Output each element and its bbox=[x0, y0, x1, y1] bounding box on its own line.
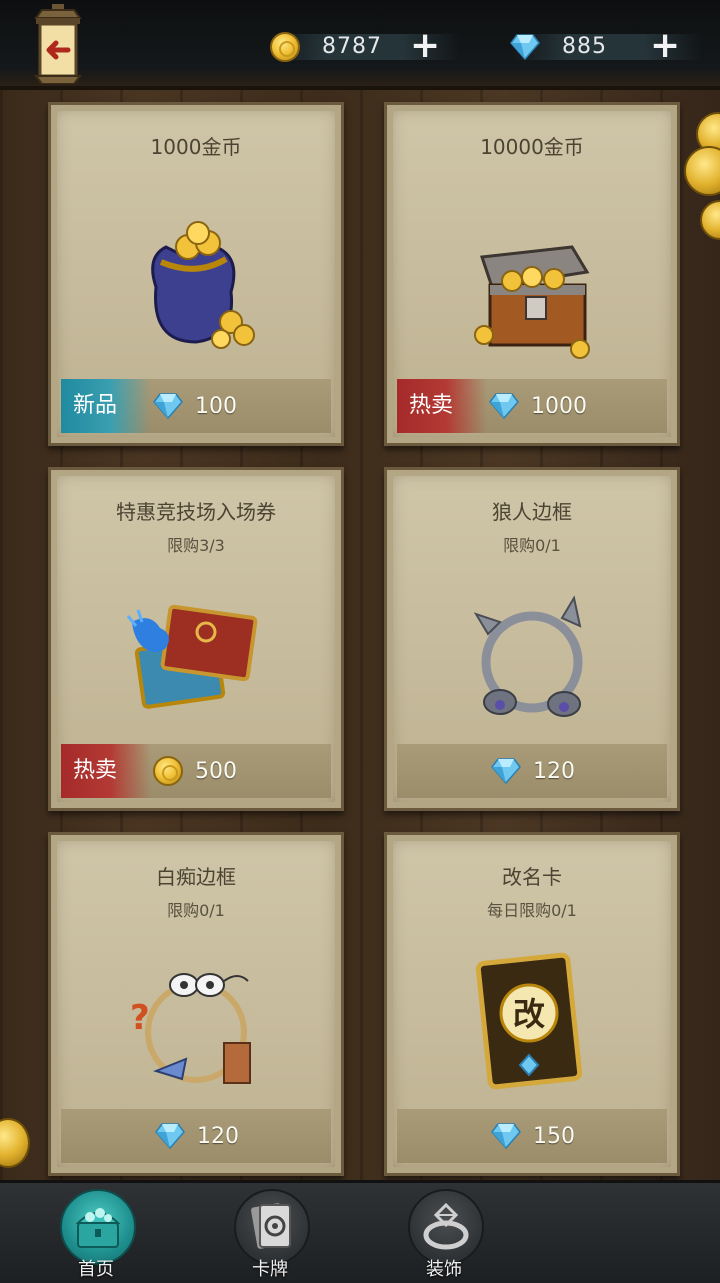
hot-tag: 热卖 bbox=[61, 744, 151, 798]
rename-card-glyph: 改 bbox=[513, 995, 545, 1033]
gem-counter: 885 + bbox=[494, 24, 704, 70]
gem-icon bbox=[491, 758, 521, 785]
gold-coin-icon bbox=[153, 756, 183, 786]
ring-icon bbox=[423, 1202, 469, 1250]
chest-icon bbox=[75, 1208, 121, 1248]
nav-decor[interactable]: 装饰 bbox=[400, 1189, 488, 1281]
new-tag: 新品 bbox=[61, 379, 151, 433]
item-price: 120 bbox=[491, 744, 575, 798]
add-gems-button[interactable]: + bbox=[650, 28, 680, 64]
price-strip[interactable]: 150 bbox=[397, 1109, 667, 1163]
price-strip[interactable]: 热卖 1000 bbox=[397, 379, 667, 433]
price-strip[interactable]: 120 bbox=[61, 1109, 331, 1163]
arena-ticket-icon bbox=[126, 582, 266, 732]
gold-bag-icon bbox=[126, 217, 266, 367]
add-gold-button[interactable]: + bbox=[410, 28, 440, 64]
top-bar: 8787 + 885 + bbox=[0, 0, 720, 90]
shop-item-card[interactable]: 特惠竞技场入场券限购3/3 热卖 500 bbox=[48, 467, 344, 811]
item-title: 白痴边框 bbox=[156, 865, 236, 889]
shop-item-card[interactable]: 白痴边框限购0/1? 120 bbox=[48, 832, 344, 1176]
idiot-frame-icon: ? bbox=[126, 947, 266, 1097]
shop-item-card[interactable]: 10000金币热卖 1000 bbox=[384, 102, 680, 446]
nav-home-circle bbox=[60, 1189, 136, 1265]
price-value: 120 bbox=[197, 1123, 239, 1149]
nav-decor-circle bbox=[408, 1189, 484, 1265]
gem-icon bbox=[155, 1123, 185, 1150]
item-title: 1000金币 bbox=[150, 135, 242, 159]
hot-tag: 热卖 bbox=[397, 379, 487, 433]
nav-home-label: 首页 bbox=[78, 1259, 114, 1280]
shop-item-card[interactable]: 改名卡每日限购0/1 改 150 bbox=[384, 832, 680, 1176]
werewolf-frame-icon bbox=[462, 582, 602, 732]
price-strip[interactable]: 新品 100 bbox=[61, 379, 331, 433]
item-price: 150 bbox=[491, 1109, 575, 1163]
item-purchase-limit: 限购3/3 bbox=[167, 536, 225, 555]
price-strip[interactable]: 120 bbox=[397, 744, 667, 798]
item-title: 改名卡 bbox=[502, 865, 562, 889]
gold-coin-icon bbox=[270, 32, 300, 62]
item-price: 500 bbox=[153, 744, 237, 798]
bottom-nav: 首页 卡牌 装饰 bbox=[0, 1180, 720, 1283]
card-icon bbox=[251, 1203, 291, 1249]
gem-icon bbox=[510, 34, 540, 60]
gold-amount: 8787 bbox=[322, 34, 382, 59]
nav-cards-label: 卡牌 bbox=[252, 1259, 288, 1280]
nav-decor-label: 装饰 bbox=[426, 1259, 462, 1280]
price-value: 120 bbox=[533, 758, 575, 784]
item-price: 1000 bbox=[489, 379, 587, 433]
item-purchase-limit: 每日限购0/1 bbox=[487, 901, 577, 920]
shop-item-card[interactable]: 1000金币新品 100 bbox=[48, 102, 344, 446]
nav-cards-circle bbox=[234, 1189, 310, 1265]
rename-card-icon: 改 bbox=[462, 947, 602, 1097]
item-price: 100 bbox=[153, 379, 237, 433]
item-title: 特惠竞技场入场券 bbox=[116, 500, 276, 524]
item-title: 10000金币 bbox=[480, 135, 584, 159]
price-value: 1000 bbox=[531, 393, 587, 419]
price-value: 500 bbox=[195, 758, 237, 784]
gem-icon bbox=[491, 1123, 521, 1150]
gold-counter: 8787 + bbox=[252, 24, 462, 70]
back-lantern-button[interactable] bbox=[22, 4, 94, 84]
price-strip[interactable]: 热卖 500 bbox=[61, 744, 331, 798]
price-value: 150 bbox=[533, 1123, 575, 1149]
nav-home[interactable]: 首页 bbox=[52, 1189, 140, 1281]
item-title: 狼人边框 bbox=[492, 500, 572, 524]
item-purchase-limit: 限购0/1 bbox=[503, 536, 561, 555]
nav-cards[interactable]: 卡牌 bbox=[226, 1189, 314, 1281]
gem-amount: 885 bbox=[562, 34, 607, 59]
item-purchase-limit: 限购0/1 bbox=[167, 901, 225, 920]
item-price: 120 bbox=[155, 1109, 239, 1163]
svg-text:?: ? bbox=[130, 998, 150, 1038]
treasure-chest-icon bbox=[462, 217, 602, 367]
gem-icon bbox=[489, 393, 519, 420]
shop-item-card[interactable]: 狼人边框限购0/1 120 bbox=[384, 467, 680, 811]
price-value: 100 bbox=[195, 393, 237, 419]
gem-icon bbox=[153, 393, 183, 420]
